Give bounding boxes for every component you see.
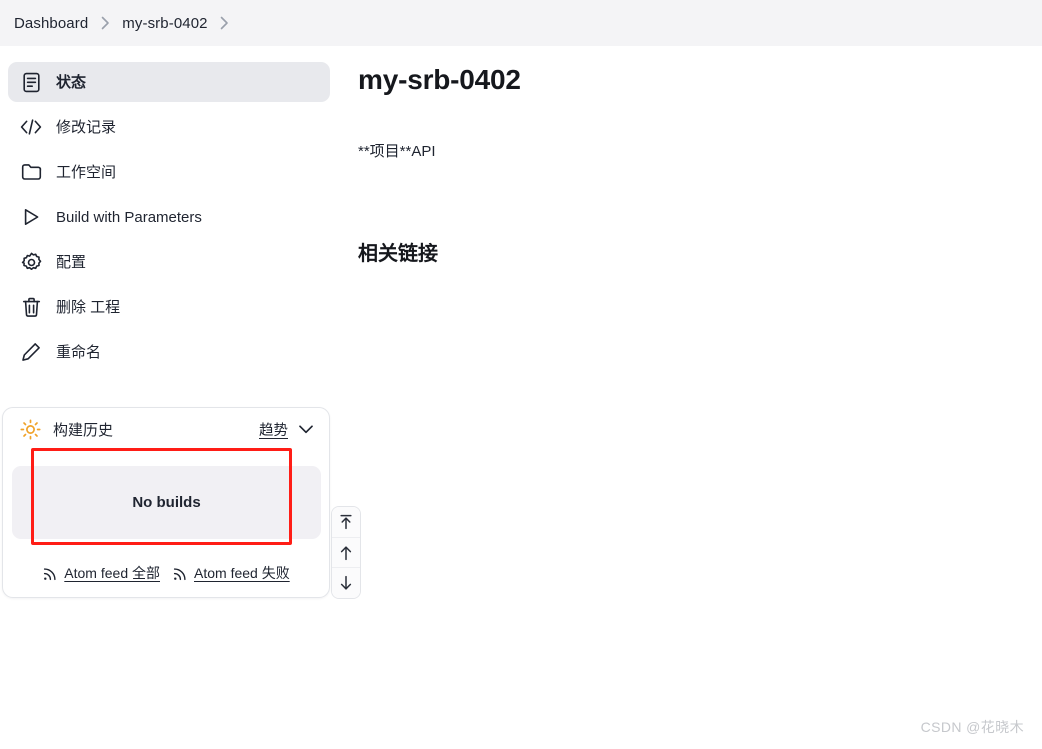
trend-link[interactable]: 趋势 [259, 419, 288, 440]
atom-feed-failures-label: Atom feed 失败 [194, 565, 290, 581]
related-links-heading: 相关链接 [358, 243, 438, 265]
rss-icon-2 [172, 565, 188, 581]
build-history-card: 构建历史 趋势 No builds Atom feed 全部 Atom feed… [2, 407, 330, 598]
breadcrumb-item-dashboard[interactable]: Dashboard [10, 13, 92, 34]
sidebar-item-configure[interactable]: 配置 [8, 242, 330, 282]
watermark: CSDN @花晓木 [920, 719, 1024, 735]
atom-feed-all-link[interactable]: Atom feed 全部 [42, 563, 160, 583]
scroll-controls [331, 506, 361, 599]
atom-feed-all-label: Atom feed 全部 [64, 565, 160, 581]
no-builds-message: No builds [12, 466, 321, 539]
jump-to-top-icon [339, 514, 353, 530]
trash-icon [20, 296, 42, 318]
pencil-icon [20, 341, 42, 363]
arrow-up-icon [339, 545, 353, 561]
sidebar-item-label-workspace: 工作空间 [56, 163, 117, 181]
page-root: Dashboard my-srb-0402 状态 修改记录 工作空间 Build… [0, 0, 1042, 749]
rss-icon [42, 565, 58, 581]
sidebar-item-status[interactable]: 状态 [8, 62, 330, 102]
sidebar-item-rename[interactable]: 重命名 [8, 332, 330, 372]
sidebar-item-label-rename: 重命名 [56, 343, 102, 361]
job-description: **项目**API [358, 143, 436, 160]
sun-weather-icon [19, 418, 41, 440]
document-status-icon [20, 71, 42, 93]
sidebar-item-label-status: 状态 [56, 73, 87, 91]
chevron-down-icon[interactable] [297, 420, 315, 438]
play-triangle-icon [20, 206, 42, 228]
sidebar-item-changes[interactable]: 修改记录 [8, 107, 330, 147]
breadcrumb: Dashboard my-srb-0402 [0, 0, 1042, 46]
sidebar-item-label-changes: 修改记录 [56, 118, 117, 136]
sidebar-item-build-with-parameters[interactable]: Build with Parameters [8, 197, 330, 237]
build-history-header: 构建历史 趋势 [3, 408, 329, 450]
sidebar-item-workspace[interactable]: 工作空间 [8, 152, 330, 192]
sidebar-item-label-delete-project: 删除 工程 [56, 298, 121, 316]
main-content: my-srb-0402 **项目**API 相关链接 [358, 64, 1018, 266]
folder-icon [20, 161, 42, 183]
atom-feed-failures-link[interactable]: Atom feed 失败 [172, 563, 290, 583]
sidebar: 状态 修改记录 工作空间 Build with Parameters 配置 删除… [0, 62, 338, 377]
jump-to-top-button[interactable] [332, 507, 360, 537]
scroll-down-button[interactable] [332, 567, 360, 598]
sidebar-item-delete-project[interactable]: 删除 工程 [8, 287, 330, 327]
page-title: my-srb-0402 [358, 64, 521, 95]
breadcrumb-item-job[interactable]: my-srb-0402 [118, 13, 211, 34]
sidebar-item-label-build-with-parameters: Build with Parameters [56, 208, 202, 226]
gear-icon [20, 251, 42, 273]
sidebar-item-label-configure: 配置 [56, 253, 87, 271]
chevron-right-icon [92, 14, 118, 32]
arrow-down-icon [339, 575, 353, 591]
atom-feed-links: Atom feed 全部 Atom feed 失败 [3, 563, 329, 583]
scroll-up-button[interactable] [332, 536, 360, 568]
chevron-right-icon-2[interactable] [212, 14, 238, 32]
code-brackets-icon [20, 116, 42, 138]
build-history-title: 构建历史 [53, 421, 114, 439]
